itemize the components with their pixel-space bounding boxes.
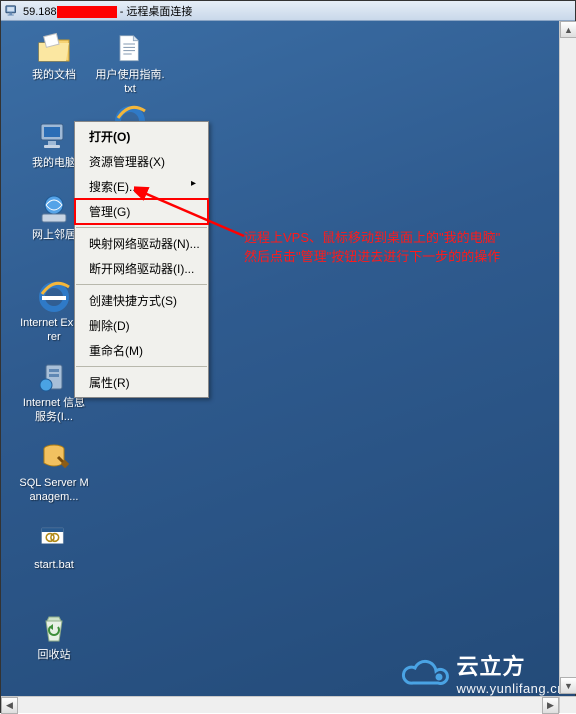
- watermark-brand: 云立方: [457, 654, 526, 679]
- txt-file-icon: [112, 31, 148, 67]
- cloud-logo-icon: [399, 655, 451, 691]
- internet-explorer-icon: [36, 279, 72, 315]
- scrollbar-corner: [559, 696, 576, 713]
- menu-disconnect-network-drive[interactable]: 断开网络驱动器(I)...: [75, 256, 208, 281]
- desktop-icon-label: Internet 信息服务(I...: [19, 397, 89, 425]
- desktop-icon-label: 用户使用指南.txt: [95, 69, 165, 97]
- desktop-icon-my-documents[interactable]: 我的文档: [19, 31, 89, 83]
- scroll-up-button[interactable]: ▲: [560, 21, 576, 38]
- desktop-icon-label: 回收站: [38, 649, 71, 663]
- desktop-icon-label: 我的文档: [32, 69, 76, 83]
- scroll-left-button[interactable]: ◀: [1, 697, 18, 714]
- menu-explorer[interactable]: 资源管理器(X): [75, 149, 208, 174]
- bat-file-icon: [36, 521, 72, 557]
- desktop-icon-label: 我的电脑: [32, 157, 76, 171]
- menu-separator: [76, 284, 207, 285]
- network-places-icon: [36, 191, 72, 227]
- desktop-icon-label: 网上邻居: [32, 229, 76, 243]
- scrollbar-track[interactable]: [18, 697, 542, 713]
- menu-search[interactable]: 搜索(E)...: [75, 174, 208, 199]
- computer-icon: [36, 119, 72, 155]
- desktop-icon-startbat[interactable]: start.bat: [19, 521, 89, 573]
- menu-map-network-drive[interactable]: 映射网络驱动器(N)...: [75, 231, 208, 256]
- vertical-scrollbar[interactable]: ▲ ▼: [559, 21, 576, 694]
- remote-desktop[interactable]: 我的文档 我的电脑 网上邻居: [1, 21, 575, 712]
- annotation-text: 远程上VPS、鼠标移动到桌面上的"我的电脑" 然后点击"管理"按钮进去进行下一步…: [244, 229, 500, 267]
- desktop-icon-guide-txt[interactable]: 用户使用指南.txt: [95, 31, 165, 97]
- menu-open[interactable]: 打开(O): [75, 124, 208, 149]
- window-titlebar: 59.188 - 远程桌面连接: [1, 1, 575, 21]
- menu-rename[interactable]: 重命名(M): [75, 338, 208, 363]
- desktop-icon-ssms[interactable]: SQL Server Managem...: [19, 439, 89, 505]
- rdp-icon: [5, 4, 19, 18]
- scroll-down-button[interactable]: ▼: [560, 677, 576, 694]
- annotation-line: 远程上VPS、鼠标移动到桌面上的"我的电脑": [244, 229, 500, 248]
- desktop-icon-recycle-bin[interactable]: 回收站: [19, 611, 89, 663]
- ssms-icon: [36, 439, 72, 475]
- folder-docs-icon: [36, 31, 72, 67]
- context-menu[interactable]: 打开(O) 资源管理器(X) 搜索(E)... 管理(G) 映射网络驱动器(N)…: [74, 121, 209, 398]
- menu-separator: [76, 227, 207, 228]
- menu-delete[interactable]: 删除(D): [75, 313, 208, 338]
- iis-icon: [36, 359, 72, 395]
- scrollbar-track[interactable]: [560, 38, 576, 677]
- watermark: 云立方 www.yunlifang.cn: [399, 649, 565, 696]
- titlebar-ip: 59.188 - 远程桌面连接: [23, 3, 192, 19]
- annotation-line: 然后点击"管理"按钮进去进行下一步的的操作: [244, 248, 500, 267]
- horizontal-scrollbar[interactable]: ◀ ▶: [1, 696, 559, 713]
- recycle-bin-icon: [36, 611, 72, 647]
- ip-redacted: [57, 6, 117, 18]
- desktop-icon-label: SQL Server Managem...: [19, 477, 89, 505]
- menu-separator: [76, 366, 207, 367]
- menu-manage[interactable]: 管理(G): [75, 199, 208, 224]
- menu-properties[interactable]: 属性(R): [75, 370, 208, 395]
- menu-create-shortcut[interactable]: 创建快捷方式(S): [75, 288, 208, 313]
- watermark-url: www.yunlifang.cn: [457, 681, 565, 696]
- desktop-icon-label: start.bat: [34, 559, 74, 573]
- scroll-right-button[interactable]: ▶: [542, 697, 559, 714]
